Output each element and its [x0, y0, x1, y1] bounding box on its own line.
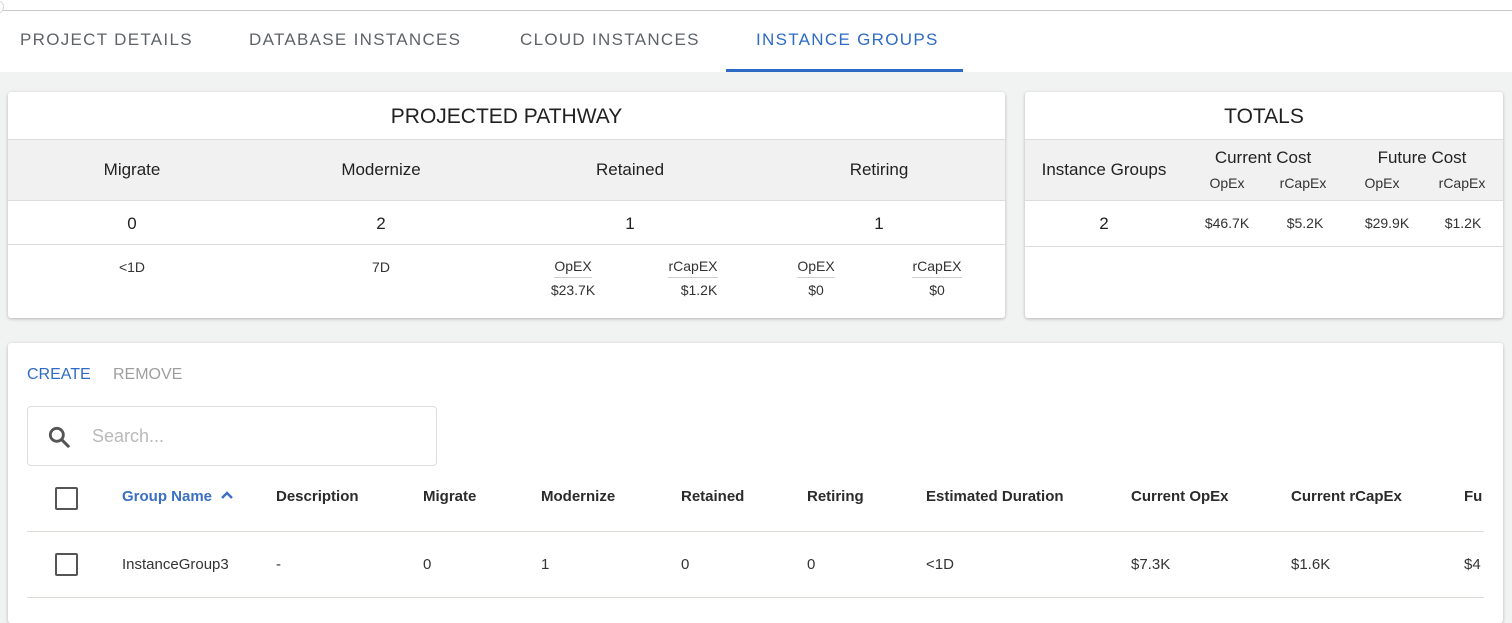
cell-retained: 0	[681, 556, 690, 573]
tab-database-instances[interactable]: DATABASE INSTANCES	[249, 30, 461, 50]
current-opex-header: OpEx	[1209, 175, 1245, 191]
retained-opex-label: OpEX	[554, 258, 592, 278]
window-corner	[0, 0, 4, 14]
retiring-rcapex: rCapEX $0	[897, 258, 977, 298]
migrate-duration: <1D	[118, 259, 146, 275]
column-header-current-rcapex[interactable]: Current rCapEx	[1291, 488, 1402, 505]
divider	[1025, 246, 1503, 247]
future-opex-value: $29.9K	[1364, 215, 1410, 231]
column-header-estimated-duration[interactable]: Estimated Duration	[926, 488, 1064, 505]
column-header-description[interactable]: Description	[276, 488, 359, 505]
retiring-opex-value: $0	[808, 282, 824, 298]
cell-retiring: 0	[807, 556, 816, 573]
retiring-rcapex-value: $0	[929, 282, 945, 298]
retained-count: 1	[625, 214, 635, 233]
current-cost-header: Current Cost	[1214, 148, 1312, 167]
instance-groups-value: 2	[1099, 214, 1109, 233]
column-header-migrate[interactable]: Migrate	[423, 488, 476, 505]
cell-group-name: InstanceGroup3	[122, 556, 229, 573]
search-icon	[48, 426, 70, 448]
instance-groups-header: Instance Groups	[1041, 160, 1167, 179]
retained-opex-value: $23.7K	[550, 282, 596, 298]
column-header-retained[interactable]: Retained	[681, 488, 744, 505]
column-label: Group Name	[122, 488, 213, 505]
column-header-group-name[interactable]: Group Name	[122, 488, 234, 505]
instance-groups-card	[8, 343, 1503, 623]
search-field[interactable]	[27, 406, 437, 466]
current-rcapex-header: rCapEx	[1279, 175, 1327, 191]
col-modernize: Modernize	[341, 160, 421, 179]
retiring-opex: OpEX $0	[776, 258, 856, 298]
create-button[interactable]: CREATE	[27, 366, 91, 384]
divider	[0, 10, 1512, 11]
modernize-duration: 7D	[372, 259, 390, 275]
cell-estimated-duration: <1D	[926, 556, 954, 573]
row-checkbox[interactable]	[55, 553, 78, 576]
future-rcapex-header: rCapEx	[1438, 175, 1486, 191]
remove-button[interactable]: REMOVE	[113, 366, 182, 384]
retiring-rcapex-label: rCapEX	[912, 258, 962, 278]
retained-opex: OpEX $23.7K	[533, 258, 613, 298]
retiring-opex-label: OpEX	[797, 258, 835, 278]
select-all-checkbox[interactable]	[55, 487, 78, 510]
modernize-count: 2	[376, 214, 386, 233]
totals-card: TOTALS Instance Groups Current Cost Futu…	[1025, 92, 1503, 318]
cell-description: -	[276, 556, 281, 573]
tab-cloud-instances[interactable]: CLOUD INSTANCES	[520, 30, 700, 50]
migrate-count: 0	[127, 214, 137, 233]
future-rcapex-value: $1.2K	[1444, 215, 1482, 231]
divider	[27, 597, 1484, 598]
col-retiring: Retiring	[849, 160, 909, 179]
current-opex-value: $46.7K	[1204, 215, 1250, 231]
retained-rcapex-value: $1.2K	[680, 282, 718, 298]
column-header-modernize[interactable]: Modernize	[541, 488, 615, 505]
cell-modernize: 1	[541, 556, 550, 573]
cell-migrate: 0	[423, 556, 432, 573]
future-cost-header: Future Cost	[1377, 148, 1467, 167]
divider	[8, 244, 1005, 245]
cell-current-opex: $7.3K	[1131, 556, 1171, 573]
search-input[interactable]	[92, 421, 412, 451]
tab-bar: PROJECT DETAILS DATABASE INSTANCES CLOUD…	[0, 0, 1512, 72]
current-rcapex-value: $5.2K	[1286, 215, 1324, 231]
retained-rcapex-label: rCapEX	[668, 258, 718, 278]
col-migrate: Migrate	[103, 160, 161, 179]
tab-project-details[interactable]: PROJECT DETAILS	[20, 30, 193, 50]
card-title: PROJECTED PATHWAY	[8, 92, 1005, 140]
sort-ascending-icon	[221, 491, 234, 499]
column-header-current-opex[interactable]: Current OpEx	[1131, 488, 1229, 505]
cell-current-rcapex: $1.6K	[1291, 556, 1331, 573]
projected-pathway-card: PROJECTED PATHWAY Migrate Modernize Reta…	[8, 92, 1005, 318]
tab-instance-groups[interactable]: INSTANCE GROUPS	[756, 30, 939, 50]
column-header-future-truncated[interactable]: Fu	[1464, 488, 1484, 505]
retiring-count: 1	[874, 214, 884, 233]
col-retained: Retained	[595, 160, 665, 179]
retained-rcapex: rCapEX $1.2K	[653, 258, 733, 298]
divider	[27, 531, 1484, 532]
active-tab-indicator	[726, 69, 963, 72]
cell-future-truncated: $4	[1464, 556, 1481, 573]
card-title: TOTALS	[1025, 92, 1503, 140]
future-opex-header: OpEx	[1364, 175, 1400, 191]
column-header-retiring[interactable]: Retiring	[807, 488, 864, 505]
